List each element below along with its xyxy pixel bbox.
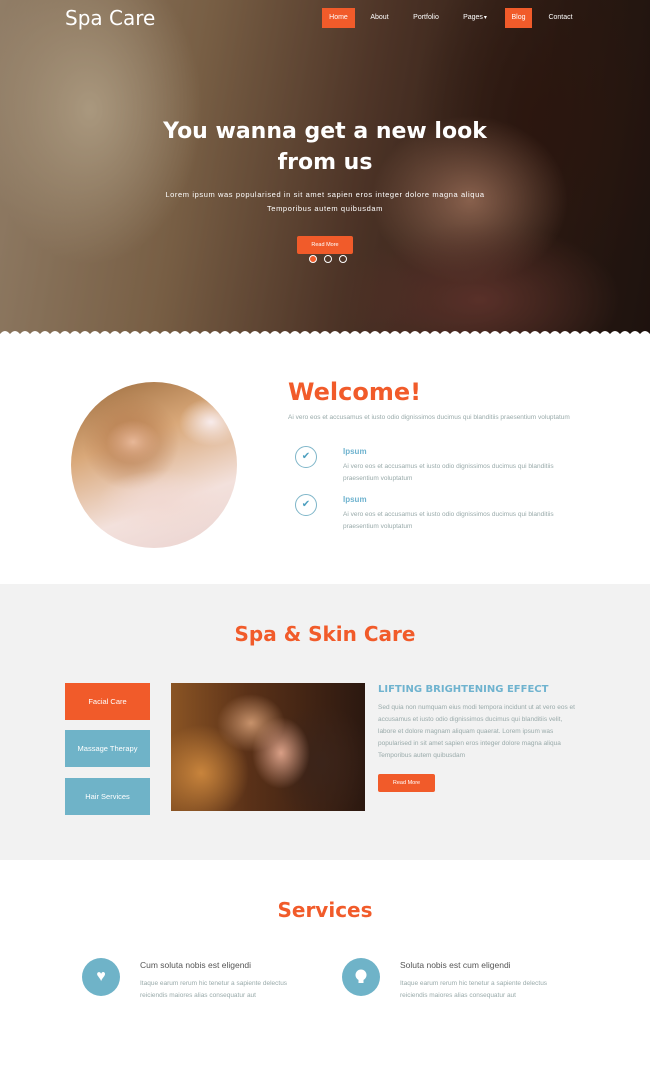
feature-title: Ipsum <box>343 495 367 504</box>
service-description: Itaque earum rerum hic tenetur a sapient… <box>400 980 548 999</box>
welcome-description: Ai vero eos et accusamus et iusto odio d… <box>288 414 570 421</box>
nav-about-label: About <box>370 14 389 21</box>
wave-divider <box>0 331 650 340</box>
lightbulb-glyph <box>355 969 367 983</box>
slider-dot-2[interactable] <box>324 255 332 263</box>
nav-about[interactable]: About <box>363 8 396 28</box>
nav-portfolio-label: Portfolio <box>413 14 439 21</box>
hero-subtitle: Lorem ipsum was popularised in sit amet … <box>165 190 485 213</box>
nav-home[interactable]: Home <box>322 8 355 28</box>
service-title: Cum soluta nobis est eligendi <box>140 960 252 970</box>
check-icon: ✔ <box>295 494 317 516</box>
hero-title: You wanna get a new look from us <box>163 119 487 175</box>
feature-description: Ai vero eos et accusamus et iusto odio d… <box>343 463 554 482</box>
caret-down-icon: ▾ <box>483 15 487 21</box>
nav-contact[interactable]: Contact <box>543 8 578 28</box>
welcome-spa-photo <box>71 382 237 548</box>
slider-dot-3[interactable] <box>339 255 347 263</box>
services-title: Services <box>277 898 373 922</box>
hero-section: Spa Care Home About Portfolio Pages▾ Blo… <box>0 0 650 340</box>
skin-care-text: Sed quia non numquam eius modi tempora i… <box>378 704 575 759</box>
brand-logo[interactable]: Spa Care <box>65 6 155 30</box>
check-icon: ✔ <box>295 446 317 468</box>
slider-dot-1[interactable] <box>309 255 317 263</box>
nav-blog[interactable]: Blog <box>505 8 532 28</box>
lightbulb-icon <box>342 958 380 996</box>
skin-care-title: Spa & Skin Care <box>234 622 416 646</box>
nav-contact-label: Contact <box>548 14 573 21</box>
facial-care-photo <box>171 683 365 811</box>
nav-home-label: Home <box>329 14 348 21</box>
tab-hair-services[interactable]: Hair Services <box>65 778 150 815</box>
skin-care-heading: LIFTING BRIGHTENING EFFECT <box>378 684 549 695</box>
hero-read-more-button[interactable]: Read More <box>297 236 353 254</box>
welcome-title: Welcome! <box>288 378 422 406</box>
nav-pages[interactable]: Pages▾ <box>459 8 491 28</box>
nav-portfolio[interactable]: Portfolio <box>407 8 445 28</box>
nav-blog-label: Blog <box>511 14 526 21</box>
feature-title: Ipsum <box>343 447 367 456</box>
heart-icon: ♥ <box>82 958 120 996</box>
nav-pages-label: Pages <box>463 14 483 21</box>
slider-dots <box>309 255 349 265</box>
feature-description: Ai vero eos et accusamus et iusto odio d… <box>343 511 554 530</box>
service-title: Soluta nobis est cum eligendi <box>400 960 511 970</box>
tab-facial-care[interactable]: Facial Care <box>65 683 150 720</box>
skin-read-more-button[interactable]: Read More <box>378 774 435 792</box>
tab-massage-therapy[interactable]: Massage Therapy <box>65 730 150 767</box>
service-description: Itaque earum rerum hic tenetur a sapient… <box>140 980 288 999</box>
